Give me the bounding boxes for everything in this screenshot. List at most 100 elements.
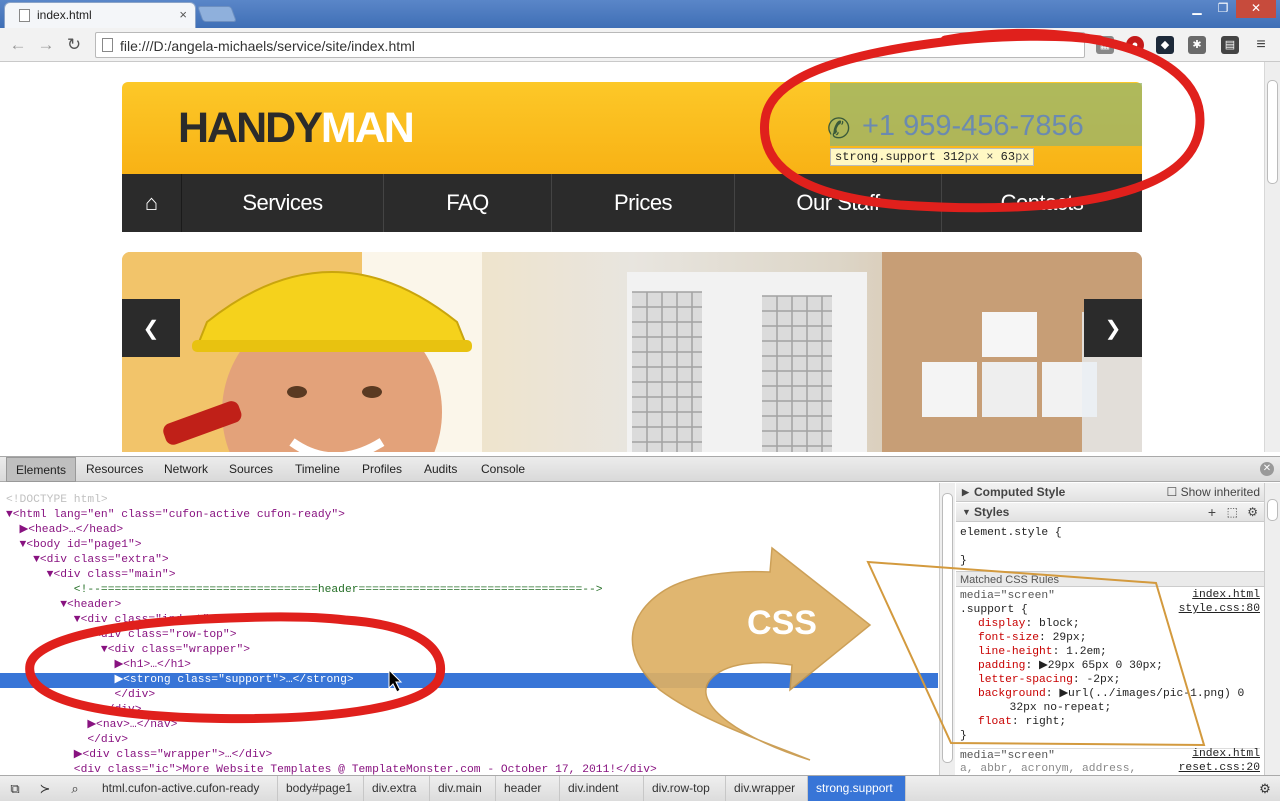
dom-node-line[interactable]: <!--================================head… (0, 583, 603, 598)
css-property-value[interactable]: block; (1039, 618, 1080, 630)
breadcrumb-item[interactable]: div.wrapper (726, 776, 808, 801)
address-bar[interactable]: file:///D:/angela-michaels/service/site/… (95, 32, 1085, 58)
new-tab-button[interactable] (197, 6, 237, 22)
menu-icon[interactable]: ≡ (1252, 36, 1270, 54)
css-property[interactable]: line-height: 1.2em; (978, 645, 1107, 659)
dom-node-line[interactable]: <div class="ic">More Website Templates @… (0, 763, 657, 775)
nav-faq[interactable]: FAQ (384, 174, 552, 232)
minimize-icon[interactable]: ▁ (1184, 0, 1210, 18)
back-icon[interactable]: ← (6, 33, 30, 57)
dom-node-line[interactable]: ▶<h1>…</h1> (0, 658, 191, 673)
breadcrumb-item[interactable]: header (496, 776, 560, 801)
source-link[interactable]: reset.css:20 (1179, 762, 1260, 774)
css-property-value[interactable]: ▶29px 65px 0 30px; (1039, 660, 1163, 672)
browser-tab[interactable]: index.html × (4, 2, 196, 28)
scrollbar-thumb[interactable] (942, 493, 953, 763)
rule-selector[interactable]: .support { (960, 603, 1028, 617)
dom-node-line[interactable]: ▼<header> (0, 598, 121, 613)
slider-prev-button[interactable]: ❮ (122, 299, 180, 357)
dom-node-line[interactable]: ▶<strong class="support">…</strong> (0, 673, 938, 688)
tab-elements[interactable]: Elements (6, 457, 77, 482)
show-inherited-checkbox[interactable]: ☐ Show inherited (1167, 483, 1260, 502)
css-property[interactable]: font-size: 29px; (978, 631, 1086, 645)
tab-close-icon[interactable]: × (179, 7, 187, 22)
dom-node-line[interactable]: ▼<body id="page1"> (0, 538, 142, 553)
css-property[interactable]: padding: ▶29px 65px 0 30px; (978, 659, 1163, 673)
dock-icon[interactable]: ⧉ (6, 780, 24, 798)
styles-header[interactable]: ▼ Styles + ⬚ ⚙ (956, 503, 1264, 522)
source-link[interactable]: index.html (1192, 589, 1260, 601)
dom-node-line[interactable]: </div> (0, 688, 155, 703)
close-icon[interactable]: ✕ (1260, 462, 1274, 476)
close-window-icon[interactable]: ✕ (1236, 0, 1276, 18)
dom-node-line[interactable]: ▶<head>…</head> (0, 523, 124, 538)
tab-timeline[interactable]: Timeline (286, 457, 349, 482)
breadcrumb-item[interactable]: div.main (430, 776, 496, 801)
scrollbar-thumb[interactable] (1267, 499, 1278, 521)
css-property-value[interactable]: 32px no-repeat; (996, 702, 1112, 714)
css-property-value[interactable]: ▶url(../images/pic-1.png) 0 (1059, 688, 1244, 700)
styles-scrollbar[interactable] (1264, 483, 1280, 775)
css-property-name[interactable]: float (978, 716, 1012, 728)
page-scrollbar[interactable] (1264, 62, 1280, 452)
console-drawer-icon[interactable]: ≻ (36, 780, 54, 798)
add-rule-icon[interactable]: + (1208, 503, 1216, 522)
adblock-icon[interactable]: ● (1126, 36, 1144, 54)
reload-icon[interactable]: ↻ (62, 33, 86, 57)
tab-resources[interactable]: Resources (77, 457, 152, 482)
nav-our-staff[interactable]: Our Staff (735, 174, 942, 232)
home-icon[interactable]: ⌂ (122, 174, 182, 232)
nav-prices[interactable]: Prices (552, 174, 735, 232)
forward-icon[interactable]: → (34, 33, 58, 57)
bug-icon[interactable]: ✱ (1188, 36, 1206, 54)
slider-next-button[interactable]: ❯ (1084, 299, 1142, 357)
source-link[interactable]: index.html (1192, 748, 1260, 760)
css-property-value[interactable]: right; (1025, 716, 1066, 728)
css-property-value[interactable]: 29px; (1053, 632, 1087, 644)
breadcrumb-item[interactable]: div.row-top (644, 776, 726, 801)
css-property[interactable]: 32px no-repeat; (996, 701, 1112, 715)
tab-audits[interactable]: Audits (415, 457, 466, 482)
gear-icon[interactable]: ⚙ (1247, 503, 1258, 522)
dom-node-line[interactable]: ▼<div class="extra"> (0, 553, 169, 568)
css-property[interactable]: float: right; (978, 715, 1066, 729)
breadcrumb-item[interactable]: body#page1 (278, 776, 364, 801)
dom-node-line[interactable]: ▶<div class="wrapper">…</div> (0, 748, 273, 763)
dom-node-line[interactable]: ▼<div class="main"> (0, 568, 176, 583)
restore-icon[interactable]: ❐ (1210, 0, 1236, 18)
dom-node-line[interactable]: ▼<div class="row-top"> (0, 628, 236, 643)
tab-sources[interactable]: Sources (220, 457, 282, 482)
search-icon[interactable]: ⌕ (66, 780, 84, 798)
code-extension-icon[interactable]: ◆ (1156, 36, 1174, 54)
dom-node-line[interactable]: </div> (0, 733, 128, 748)
extension-icon[interactable]: ▤ (1221, 36, 1239, 54)
elements-scrollbar[interactable] (939, 483, 955, 775)
css-property-value[interactable]: -2px; (1086, 674, 1120, 686)
dom-node-line[interactable]: ▼<div class="indent"> (0, 613, 216, 628)
site-logo[interactable]: HANDYMAN (178, 104, 415, 153)
css-property-name[interactable]: font-size (978, 632, 1039, 644)
css-property[interactable]: background: ▶url(../images/pic-1.png) 0 (978, 687, 1244, 701)
dom-node-line[interactable]: <!DOCTYPE html> (0, 493, 108, 508)
nav-contacts[interactable]: Contacts (942, 174, 1142, 232)
css-property-value[interactable]: 1.2em; (1066, 646, 1107, 658)
breadcrumb-item[interactable]: div.extra (364, 776, 430, 801)
rule-selector[interactable]: a, abbr, acronym, address, (960, 762, 1136, 775)
dom-node-line[interactable]: ▶<nav>…</nav> (0, 718, 177, 733)
breadcrumb-item[interactable]: strong.support (808, 776, 906, 801)
css-property-name[interactable]: background (978, 688, 1046, 700)
breadcrumb-item[interactable]: html.cufon-active.cufon-ready (94, 776, 278, 801)
extension-icon[interactable]: ▦ (1096, 36, 1114, 54)
css-property-name[interactable]: line-height (978, 646, 1053, 658)
tab-console[interactable]: Console (472, 457, 534, 482)
css-property[interactable]: letter-spacing: -2px; (978, 673, 1120, 687)
breadcrumb-item[interactable]: div.indent (560, 776, 644, 801)
dom-node-line[interactable]: ▼<div class="wrapper"> (0, 643, 250, 658)
scrollbar-thumb[interactable] (1267, 80, 1278, 184)
tab-profiles[interactable]: Profiles (353, 457, 411, 482)
dom-node-line[interactable]: </div> (0, 703, 142, 718)
tab-network[interactable]: Network (155, 457, 217, 482)
computed-style-header[interactable]: ▶ Computed Style ☐ Show inherited (956, 483, 1264, 502)
css-property-name[interactable]: display (978, 618, 1025, 630)
dom-node-line[interactable]: ▼<html lang="en" class="cufon-active cuf… (0, 508, 345, 523)
